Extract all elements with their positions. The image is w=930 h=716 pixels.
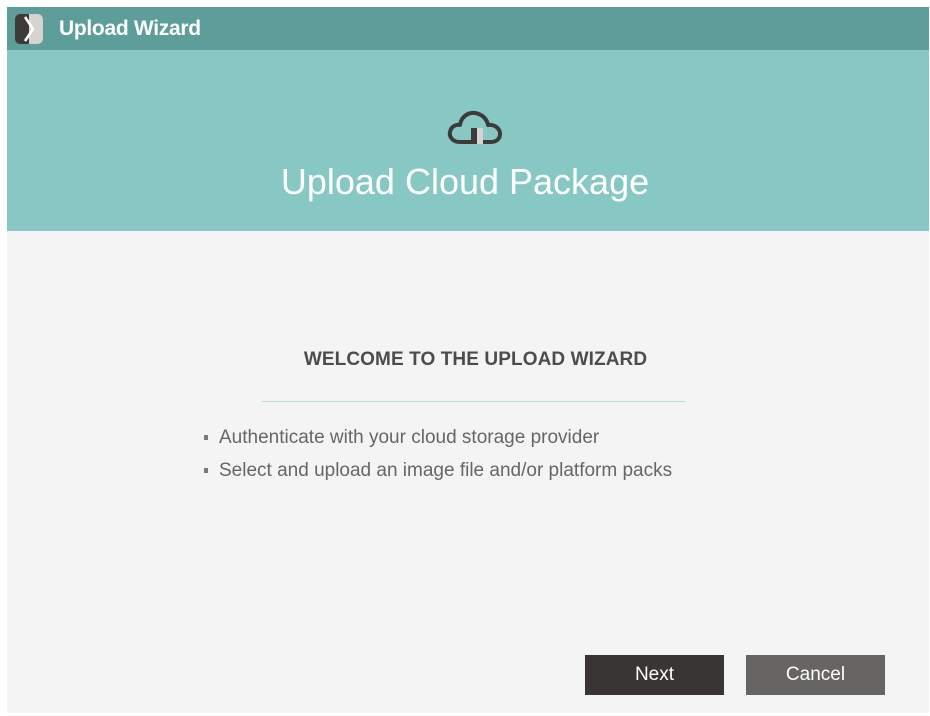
bullet-icon <box>204 435 208 440</box>
list-item-text: Select and upload an image file and/or p… <box>219 460 673 481</box>
welcome-heading: WELCOME TO THE UPLOAD WIZARD <box>303 349 648 370</box>
steps-list: Authenticate with your cloud storage pro… <box>202 421 672 487</box>
bullet-icon <box>204 468 208 473</box>
app-chevron-logo-icon <box>15 14 43 44</box>
cloud-upload-icon <box>447 110 502 144</box>
next-button[interactable]: Next <box>585 655 724 695</box>
list-item-text: Authenticate with your cloud storage pro… <box>219 427 600 448</box>
list-item: Authenticate with your cloud storage pro… <box>202 421 672 454</box>
header-banner: Upload Cloud Package <box>7 50 929 231</box>
list-item: Select and upload an image file and/or p… <box>202 454 672 487</box>
banner-title: Upload Cloud Package <box>280 161 650 202</box>
title-bar: Upload Wizard <box>7 7 929 50</box>
window-title: Upload Wizard <box>59 17 201 40</box>
cancel-button[interactable]: Cancel <box>746 655 885 695</box>
wizard-content: WELCOME TO THE UPLOAD WIZARD Authenticat… <box>7 231 929 713</box>
upload-wizard-window: Upload Wizard Upload Cloud Package WELCO… <box>7 7 929 713</box>
heading-divider <box>262 401 686 402</box>
